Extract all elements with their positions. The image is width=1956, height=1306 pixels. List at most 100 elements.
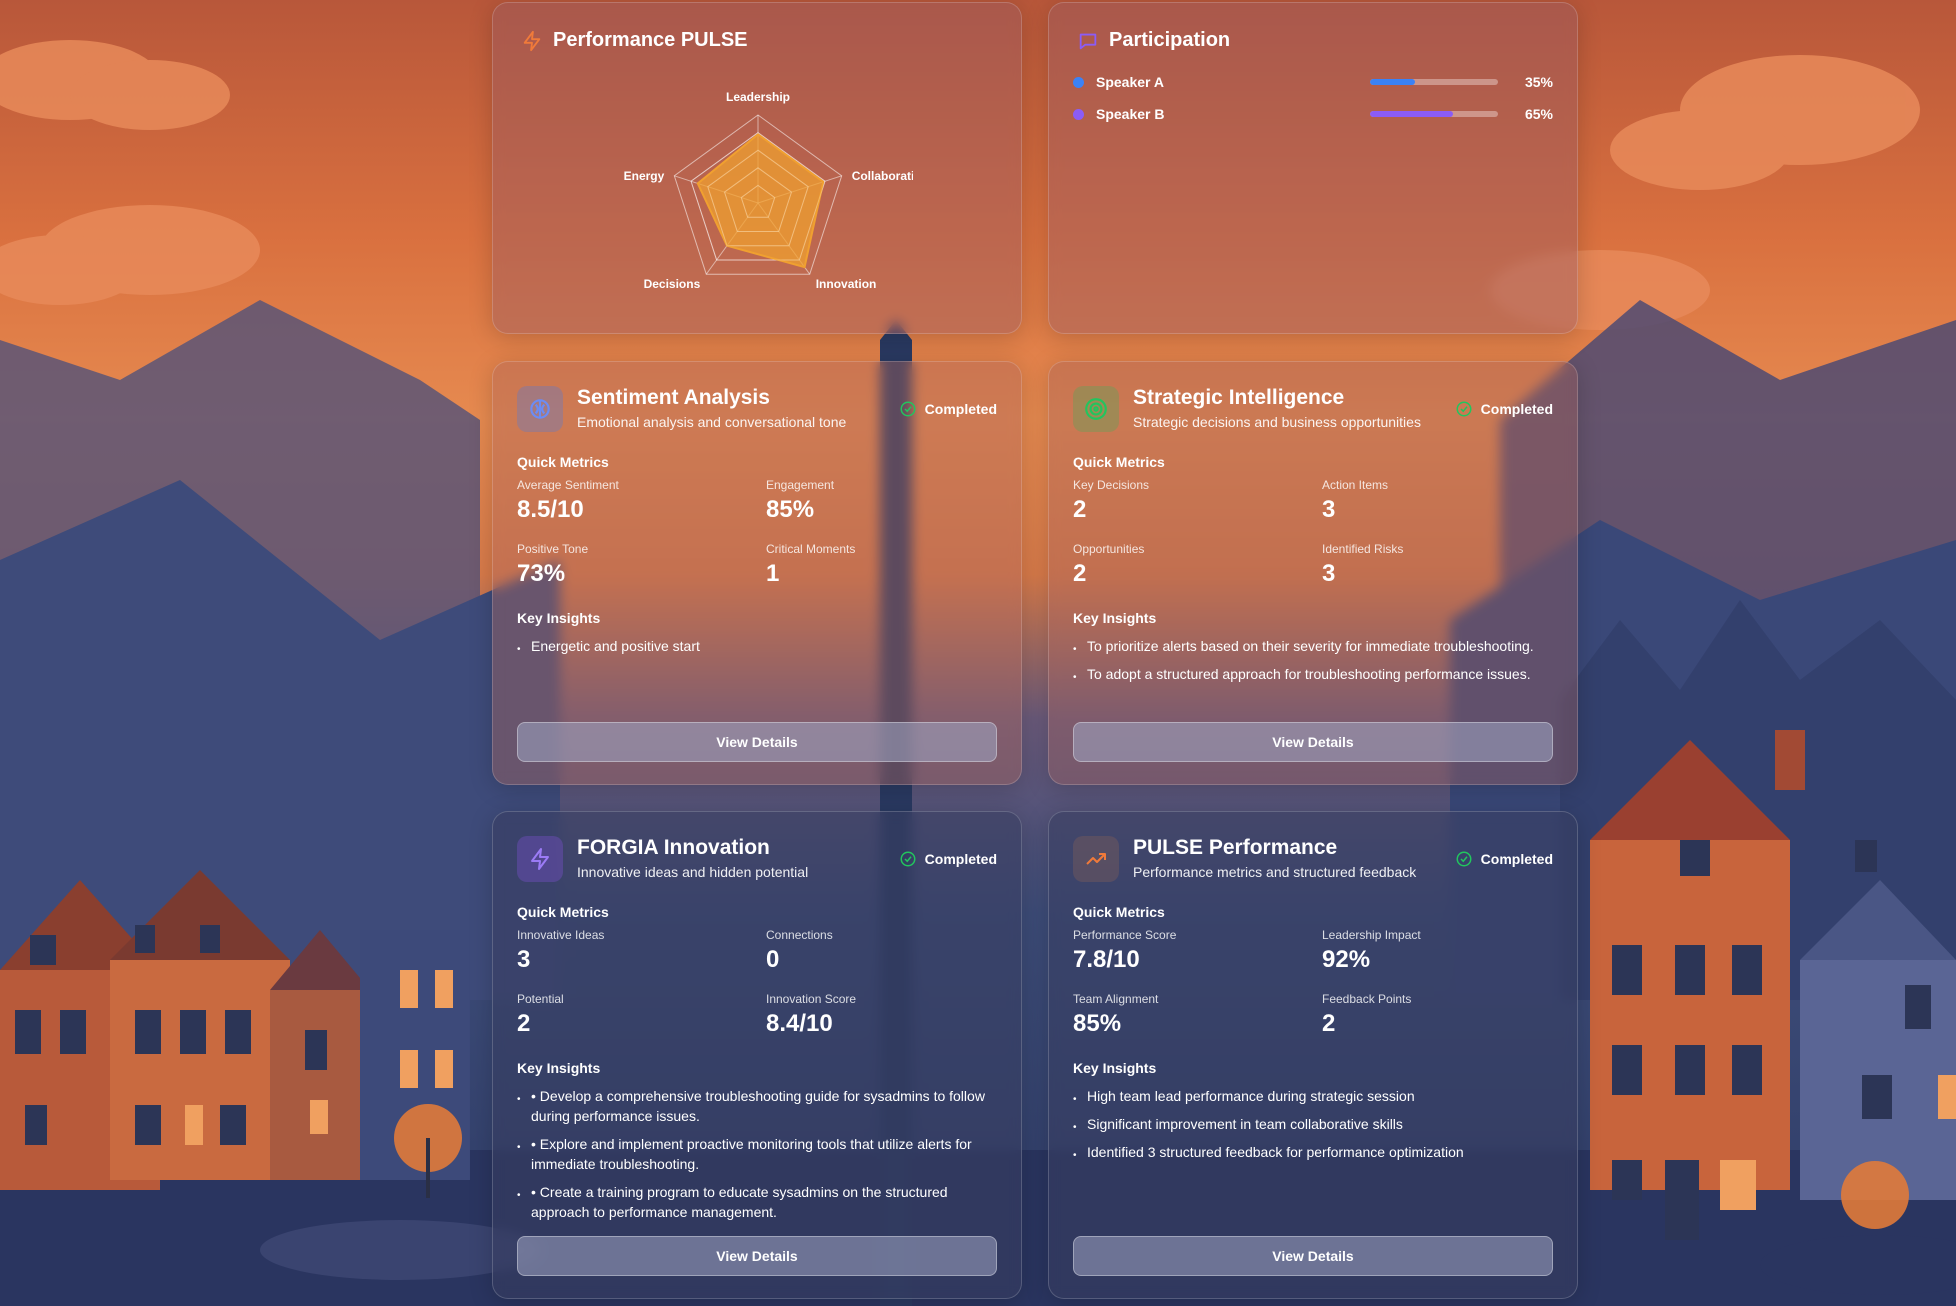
metric-value: 3 bbox=[1322, 560, 1336, 587]
check-circle-icon bbox=[1456, 851, 1472, 867]
metric-label: Critical Moments bbox=[766, 542, 856, 556]
status-badge: Completed bbox=[1455, 400, 1553, 418]
metric-value: 2 bbox=[1073, 560, 1087, 587]
insight-item: Energetic and positive start bbox=[517, 636, 997, 660]
performance-pulse-title: Performance PULSE bbox=[553, 29, 748, 51]
metric: Opportunities 2 bbox=[1073, 542, 1144, 588]
metric: Positive Tone 73% bbox=[517, 542, 588, 588]
card-subtitle: Emotional analysis and conversational to… bbox=[577, 414, 847, 430]
metric-value: 0 bbox=[766, 946, 780, 973]
metric-value: 8.4/10 bbox=[766, 1010, 833, 1037]
metric-value: 2 bbox=[1322, 1010, 1336, 1037]
insight-item: High team lead performance during strate… bbox=[1073, 1086, 1553, 1110]
card-title: FORGIA Innovation bbox=[577, 836, 770, 859]
key-insights-title: Key Insights bbox=[517, 1060, 601, 1076]
insight-item: To adopt a structured approach for troub… bbox=[1073, 664, 1553, 688]
speaker-color-dot bbox=[1073, 76, 1084, 88]
brain-icon bbox=[530, 399, 550, 419]
metric-value: 85% bbox=[766, 496, 815, 523]
chat-bubble-icon bbox=[1077, 30, 1099, 52]
view-details-button[interactable]: View Details bbox=[517, 1236, 997, 1276]
card-title: PULSE Performance bbox=[1133, 836, 1338, 859]
speaker-name: Speaker B bbox=[1096, 106, 1165, 122]
performance-pulse-card: Performance PULSE Leadership Collaboratio… bbox=[492, 2, 1022, 334]
metric-label: Opportunities bbox=[1073, 542, 1145, 556]
radar-axis-label: Energy bbox=[624, 169, 665, 183]
metric: Connections 0 bbox=[766, 928, 833, 974]
status-badge: Completed bbox=[899, 400, 997, 418]
quick-metrics-title: Quick Metrics bbox=[1073, 454, 1165, 470]
metric-label: Key Decisions bbox=[1073, 478, 1150, 492]
metric-label: Positive Tone bbox=[517, 542, 589, 556]
metric: Average Sentiment 8.5/10 bbox=[517, 478, 619, 524]
key-insights-title: Key Insights bbox=[517, 610, 601, 626]
card-subtitle: Innovative ideas and hidden potential bbox=[577, 864, 809, 880]
pulse-performance-card: PULSE Performance Performance metrics an… bbox=[1048, 811, 1578, 1299]
forgia-innovation-card: FORGIA Innovation Innovative ideas and h… bbox=[492, 811, 1022, 1299]
check-circle-icon bbox=[900, 851, 916, 867]
insight-item: • Create a training program to educate s… bbox=[517, 1182, 997, 1222]
card-subtitle: Performance metrics and structured feedb… bbox=[1133, 864, 1417, 880]
lightning-icon bbox=[521, 30, 543, 52]
view-details-button[interactable]: View Details bbox=[1073, 1236, 1553, 1276]
target-icon bbox=[1085, 398, 1107, 420]
metric: Engagement 85% bbox=[766, 478, 834, 524]
metric-label: Feedback Points bbox=[1322, 992, 1412, 1006]
insight-item: Significant improvement in team collabor… bbox=[1073, 1114, 1553, 1138]
check-circle-icon bbox=[1456, 401, 1472, 417]
status-badge: Completed bbox=[899, 850, 997, 868]
metric-label: Average Sentiment bbox=[517, 478, 619, 492]
card-title: Sentiment Analysis bbox=[577, 386, 770, 409]
key-insights-title: Key Insights bbox=[1073, 610, 1157, 626]
radar-axis-label: Innovation bbox=[816, 277, 877, 291]
trending-up-icon-badge bbox=[1073, 836, 1119, 882]
quick-metrics-title: Quick Metrics bbox=[517, 904, 609, 920]
participation-header: Participation bbox=[1077, 29, 1230, 52]
metric: Leadership Impact 92% bbox=[1322, 928, 1421, 974]
metric: Feedback Points 2 bbox=[1322, 992, 1411, 1038]
radar-axis-label: Collaboration bbox=[852, 169, 913, 183]
insights-list: To prioritize alerts based on their seve… bbox=[1073, 636, 1553, 692]
insights-list: Energetic and positive start bbox=[517, 636, 997, 664]
speaker-row: Speaker B 65% bbox=[1073, 104, 1553, 124]
lightning-icon-badge bbox=[517, 836, 563, 882]
check-circle-icon bbox=[900, 401, 916, 417]
metric-value: 85% bbox=[1073, 1010, 1122, 1037]
radar-axis-label: Decisions bbox=[644, 277, 701, 291]
speaker-name: Speaker A bbox=[1096, 74, 1164, 90]
target-icon-badge bbox=[1073, 386, 1119, 432]
metric-label: Performance Score bbox=[1073, 928, 1177, 942]
insight-item: Identified 3 structured feedback for per… bbox=[1073, 1142, 1553, 1166]
metric-label: Innovative Ideas bbox=[517, 928, 605, 942]
key-insights-title: Key Insights bbox=[1073, 1060, 1157, 1076]
metric: Critical Moments 1 bbox=[766, 542, 855, 588]
insights-list: High team lead performance during strate… bbox=[1073, 1086, 1553, 1170]
metric-label: Connections bbox=[766, 928, 833, 942]
performance-pulse-header: Performance PULSE bbox=[521, 29, 748, 52]
speaker-share-fill bbox=[1370, 79, 1415, 85]
card-title: Strategic Intelligence bbox=[1133, 386, 1345, 409]
status-text: Completed bbox=[1480, 851, 1553, 867]
participation-card: Participation Speaker A 35% Speaker B 65… bbox=[1048, 2, 1578, 334]
metric: Key Decisions 2 bbox=[1073, 478, 1149, 524]
insight-item: To prioritize alerts based on their seve… bbox=[1073, 636, 1553, 660]
metric-label: Engagement bbox=[766, 478, 835, 492]
metric-label: Innovation Score bbox=[766, 992, 857, 1006]
metric-label: Team Alignment bbox=[1073, 992, 1159, 1006]
brain-icon-badge bbox=[517, 386, 563, 432]
metric: Performance Score 7.8/10 bbox=[1073, 928, 1176, 974]
metric-value: 73% bbox=[517, 560, 566, 587]
speaker-share-bar bbox=[1370, 111, 1498, 117]
speaker-percent: 65% bbox=[1524, 106, 1553, 122]
view-details-button[interactable]: View Details bbox=[517, 722, 997, 762]
participation-title: Participation bbox=[1109, 29, 1231, 51]
status-text: Completed bbox=[924, 401, 997, 417]
metric: Innovation Score 8.4/10 bbox=[766, 992, 856, 1038]
radar-chart: Leadership Collaboration Innovation Decisio… bbox=[603, 73, 929, 313]
view-details-button[interactable]: View Details bbox=[1073, 722, 1553, 762]
metric-value: 1 bbox=[766, 560, 780, 587]
metric: Potential 2 bbox=[517, 992, 564, 1038]
insight-item: • Explore and implement proactive monito… bbox=[517, 1134, 997, 1174]
trending-up-icon bbox=[1086, 853, 1106, 865]
radar-axis-label: Leadership bbox=[726, 90, 790, 104]
